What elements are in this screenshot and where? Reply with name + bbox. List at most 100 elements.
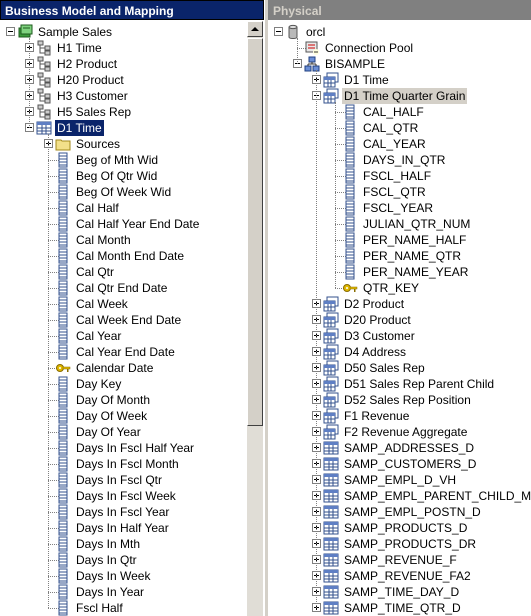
tree-node-julian-qtr-num[interactable]: JULIAN_QTR_NUM [268,216,531,232]
tree-node-d2-product[interactable]: D2 Product [268,296,531,312]
column-icon [345,120,355,136]
vertical-scrollbar[interactable] [247,21,263,616]
tree-node-day-of-week[interactable]: Day Of Week [0,408,247,424]
tree-node-orcl[interactable]: orcl [268,24,531,40]
tree-node-cal-week-end-date[interactable]: Cal Week End Date [0,312,247,328]
scroll-up-button[interactable] [247,21,263,37]
tree-node-samp-products-dr[interactable]: SAMP_PRODUCTS_DR [268,536,531,552]
tree-node-samp-revenue-fa2-label: SAMP_REVENUE_FA2 [344,569,471,583]
tree-node-day-of-year[interactable]: Day Of Year [0,424,247,440]
physical-table-icon [323,489,339,503]
tree-node-cal-year[interactable]: Cal Year [0,328,247,344]
tree-node-h2-product[interactable]: H2 Product [0,56,247,72]
tree-node-cal-week[interactable]: Cal Week [0,296,247,312]
tree-node-cal-half[interactable]: Cal Half [0,200,247,216]
column-icon [58,232,68,248]
tree-node-fscl-half[interactable]: FSCL_HALF [268,168,531,184]
collapse-toggle[interactable] [274,27,283,36]
tree-node-cal-month[interactable]: Cal Month [0,232,247,248]
tree-node-cal-year-end-date[interactable]: Cal Year End Date [0,344,247,360]
tree-node-beg-of-mth-wid[interactable]: Beg of Mth Wid [0,152,247,168]
tree-node-samp-revenue-fa2[interactable]: SAMP_REVENUE_FA2 [268,568,531,584]
tree-guide-line [48,134,49,608]
tree-node-d51-sales-rep-parent-child[interactable]: D51 Sales Rep Parent Child [268,376,531,392]
tree-node-per-name-qtr[interactable]: PER_NAME_QTR [268,248,531,264]
tree-node-days-in-half-year[interactable]: Days In Half Year [0,520,247,536]
tree-node-cal-year-label: CAL_YEAR [363,137,426,151]
tree-node-d52-sales-rep-position[interactable]: D52 Sales Rep Position [268,392,531,408]
column-icon [345,216,355,232]
tree-node-days-in-fscl-year[interactable]: Days In Fscl Year [0,504,247,520]
tree-node-cal-qtr[interactable]: Cal Qtr [0,264,247,280]
tree-node-d51-sales-rep-parent-child-label: D51 Sales Rep Parent Child [344,377,495,391]
tree-node-days-in-fscl-week-label: Days In Fscl Week [76,489,176,503]
column-icon [58,296,68,312]
tree-node-d1-time[interactable]: D1 Time [0,119,247,137]
tree-node-samp-revenue-f[interactable]: SAMP_REVENUE_F [268,552,531,568]
tree-node-day-of-month[interactable]: Day Of Month [0,392,247,408]
tree-node-bisample[interactable]: BISAMPLE [268,56,531,72]
tree-node-days-in-fscl-half-year[interactable]: Days In Fscl Half Year [0,440,247,456]
tree-node-samp-products-d[interactable]: SAMP_PRODUCTS_D [268,520,531,536]
tree-node-fscl-half[interactable]: Fscl Half [0,600,247,616]
tree-node-f1-revenue[interactable]: F1 Revenue [268,408,531,424]
physical-table-icon [323,457,339,471]
tree-node-calendar-date[interactable]: Calendar Date [0,360,247,376]
tree-node-d1-time-quarter-grain[interactable]: D1 Time Quarter Grain [268,88,531,104]
tree-node-qtr-key[interactable]: QTR_KEY [268,280,531,296]
tree-node-cal-qtr-end-date[interactable]: Cal Qtr End Date [0,280,247,296]
tree-node-days-in-mth[interactable]: Days In Mth [0,536,247,552]
column-icon [58,472,68,488]
tree-node-days-in-week-label: Days In Week [76,569,151,583]
tree-node-beg-of-qtr-wid[interactable]: Beg Of Qtr Wid [0,168,247,184]
collapse-toggle[interactable] [6,27,15,36]
tree-node-f2-revenue-aggregate[interactable]: F2 Revenue Aggregate [268,424,531,440]
tree-node-cal-month-end-date[interactable]: Cal Month End Date [0,248,247,264]
tree-node-cal-half[interactable]: CAL_HALF [268,104,531,120]
tree-node-h1-time[interactable]: H1 Time [0,40,247,56]
key-icon [343,284,358,292]
tree-node-cal-half-year-end-date[interactable]: Cal Half Year End Date [0,216,247,232]
tree-node-h5-sales-rep[interactable]: H5 Sales Rep [0,104,247,120]
tree-node-h2-product-label: H2 Product [57,57,118,71]
tree-node-h20-product[interactable]: H20 Product [0,72,247,88]
tree-node-days-in-fscl-week[interactable]: Days In Fscl Week [0,488,247,504]
tree-node-days-in-fscl-month[interactable]: Days In Fscl Month [0,456,247,472]
tree-node-d50-sales-rep[interactable]: D50 Sales Rep [268,360,531,376]
tree-node-per-name-half[interactable]: PER_NAME_HALF [268,232,531,248]
tree-node-fscl-year[interactable]: FSCL_YEAR [268,200,531,216]
tree-node-samp-time-day-d[interactable]: SAMP_TIME_DAY_D [268,584,531,600]
tree-node-connection-pool[interactable]: Connection Pool [268,40,531,56]
tree-node-fscl-qtr[interactable]: FSCL_QTR [268,184,531,200]
tree-node-samp-time-qtr-d[interactable]: SAMP_TIME_QTR_D [268,600,531,616]
column-icon [58,456,68,472]
tree-node-samp-empl-postn-d[interactable]: SAMP_EMPL_POSTN_D [268,504,531,520]
scrollbar-thumb[interactable] [247,38,263,426]
tree-node-per-name-year[interactable]: PER_NAME_YEAR [268,264,531,280]
tree-node-beg-of-week-wid[interactable]: Beg Of Week Wid [0,184,247,200]
tree-node-d4-address[interactable]: D4 Address [268,344,531,360]
tree-node-h1-time-label: H1 Time [57,41,102,55]
tree-node-d3-customer[interactable]: D3 Customer [268,328,531,344]
tree-node-samp-customers-d[interactable]: SAMP_CUSTOMERS_D [268,456,531,472]
tree-node-h3-customer[interactable]: H3 Customer [0,88,247,104]
tree-node-d1-time[interactable]: D1 Time [268,72,531,88]
tree-node-sample-sales[interactable]: Sample Sales [0,24,247,40]
tree-node-days-in-qtr[interactable]: Days In Qtr [0,552,247,568]
tree-node-sources[interactable]: Sources [0,136,247,152]
tree-node-cal-qtr[interactable]: CAL_QTR [268,120,531,136]
tree-node-samp-empl-d-vh[interactable]: SAMP_EMPL_D_VH [268,472,531,488]
tree-node-d52-sales-rep-position-label: D52 Sales Rep Position [344,393,471,407]
tree-node-days-in-year[interactable]: Days In Year [0,584,247,600]
tree-node-days-in-fscl-qtr[interactable]: Days In Fscl Qtr [0,472,247,488]
column-icon [58,584,68,600]
tree-node-samp-empl-parent-child-m[interactable]: SAMP_EMPL_PARENT_CHILD_M... [268,488,531,504]
tree-node-fscl-half-label: FSCL_HALF [363,169,432,183]
tree-node-days-in-qtr[interactable]: DAYS_IN_QTR [268,152,531,168]
tree-node-d20-product[interactable]: D20 Product [268,312,531,328]
tree-node-d1-time-label: D1 Time [54,119,105,137]
tree-node-days-in-week[interactable]: Days In Week [0,568,247,584]
tree-node-samp-addresses-d[interactable]: SAMP_ADDRESSES_D [268,440,531,456]
tree-node-cal-year[interactable]: CAL_YEAR [268,136,531,152]
tree-node-day-key[interactable]: Day Key [0,376,247,392]
